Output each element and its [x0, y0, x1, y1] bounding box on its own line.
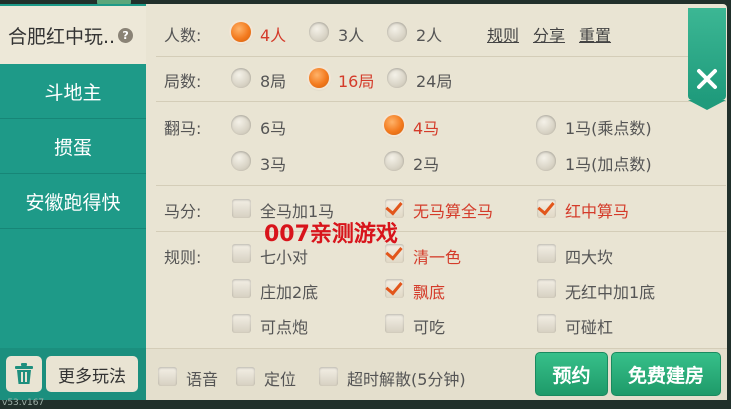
fanma-radio-1-add[interactable] [536, 151, 556, 171]
fanma-option-1-mult[interactable]: 1马(乘点数) [565, 115, 652, 139]
rules-option-sidakan[interactable]: 四大坎 [565, 244, 613, 268]
fanma-radio-4[interactable] [384, 115, 404, 135]
rules-checkbox-zhuangjia[interactable] [232, 279, 251, 298]
reset-link[interactable]: 重置 [579, 22, 611, 46]
close-button[interactable] [688, 8, 726, 110]
reserve-button[interactable]: 预约 [535, 352, 608, 396]
rules-option-kepenggang[interactable]: 可碰杠 [565, 314, 613, 338]
location-option[interactable]: 定位 [264, 366, 296, 390]
rules-option-zhuangjia[interactable]: 庄加2底 [260, 279, 318, 303]
rules-checkbox-sidakan[interactable] [537, 244, 556, 263]
fanma-label: 翻马: [164, 119, 202, 138]
create-room-button[interactable]: 免费建房 [611, 352, 721, 396]
divider [156, 101, 726, 102]
trash-button[interactable] [6, 356, 42, 392]
rules-option-piaodi[interactable]: 飘底 [413, 279, 445, 303]
sidebar-item-label: 安徽跑得快 [25, 191, 121, 214]
rounds-option-24[interactable]: 24局 [416, 68, 452, 92]
rules-checkbox-kedianpao[interactable] [232, 314, 251, 333]
fanma-radio-3[interactable] [231, 151, 251, 171]
rules-checkbox-qixiaodui[interactable] [232, 244, 251, 263]
rules-option-qingyise[interactable]: 清一色 [413, 244, 461, 268]
more-games-button[interactable]: 更多玩法 [46, 356, 138, 392]
sidebar-item-anhui-paodekuai[interactable]: 安徽跑得快 [0, 174, 146, 229]
rounds-option-8[interactable]: 8局 [260, 68, 286, 92]
rounds-option-16[interactable]: 16局 [338, 68, 374, 92]
mafen-option-hongzhong[interactable]: 红中算马 [565, 198, 629, 222]
fanma-option-2[interactable]: 2马 [413, 151, 439, 175]
rules-option-kechi[interactable]: 可吃 [413, 314, 445, 338]
create-room-label: 免费建房 [627, 364, 704, 387]
sidebar-item-hefei-hongzhong[interactable]: 合肥红中玩.. ? [0, 6, 146, 64]
rules-option-wuhongzhong[interactable]: 无红中加1底 [565, 279, 655, 303]
trash-icon [15, 363, 33, 384]
divider [156, 56, 726, 57]
players-label: 人数: [164, 26, 202, 45]
reserve-label: 预约 [552, 364, 591, 387]
watermark-text: 007亲测游戏 [264, 222, 398, 247]
rules-checkbox-wuhongzhong[interactable] [537, 279, 556, 298]
players-option-3[interactable]: 3人 [338, 22, 364, 46]
mafen-option-wuma[interactable]: 无马算全马 [413, 198, 493, 222]
fanma-radio-2[interactable] [384, 151, 404, 171]
sidebar-item-label: 斗地主 [44, 81, 102, 104]
rules-checkbox-kepenggang[interactable] [537, 314, 556, 333]
sidebar-item-label: 合肥红中玩.. [8, 25, 116, 48]
players-radio-2[interactable] [387, 22, 407, 42]
fanma-option-4[interactable]: 4马 [413, 115, 439, 139]
more-games-label: 更多玩法 [58, 366, 126, 387]
version-label: v53.v167 [2, 398, 45, 408]
players-option-2[interactable]: 2人 [416, 22, 442, 46]
timeout-option[interactable]: 超时解散(5分钟) [347, 366, 466, 390]
rules-checkbox-piaodi[interactable] [385, 279, 404, 298]
share-link[interactable]: 分享 [533, 22, 565, 46]
voice-checkbox[interactable] [158, 367, 177, 386]
sidebar-item-guandan[interactable]: 掼蛋 [0, 119, 146, 174]
rounds-radio-24[interactable] [387, 68, 407, 88]
help-icon[interactable]: ? [118, 27, 134, 43]
fanma-radio-6[interactable] [231, 115, 251, 135]
rules-label: 规则: [164, 248, 202, 267]
sidebar-item-doudizhu[interactable]: 斗地主 [0, 64, 146, 119]
fanma-option-6[interactable]: 6马 [260, 115, 286, 139]
sidebar-item-label: 掼蛋 [53, 136, 92, 159]
divider [156, 231, 726, 232]
rules-checkbox-kechi[interactable] [385, 314, 404, 333]
rounds-radio-16[interactable] [309, 68, 329, 88]
timeout-checkbox[interactable] [319, 367, 338, 386]
players-option-4[interactable]: 4人 [260, 22, 286, 46]
players-radio-4[interactable] [231, 22, 251, 42]
mafen-checkbox-hongzhong[interactable] [537, 199, 556, 218]
mafen-checkbox-quanma[interactable] [232, 199, 251, 218]
mafen-label: 马分: [164, 202, 202, 221]
rules-link[interactable]: 规则 [487, 22, 519, 46]
divider [156, 185, 726, 186]
rounds-label: 局数: [164, 72, 202, 91]
rules-option-kedianpao[interactable]: 可点炮 [260, 314, 308, 338]
voice-option[interactable]: 语音 [186, 366, 218, 390]
fanma-option-1-add[interactable]: 1马(加点数) [565, 151, 652, 175]
close-icon [697, 69, 717, 89]
rounds-radio-8[interactable] [231, 68, 251, 88]
location-checkbox[interactable] [236, 367, 255, 386]
fanma-radio-1-mult[interactable] [536, 115, 556, 135]
fanma-option-3[interactable]: 3马 [260, 151, 286, 175]
players-radio-3[interactable] [309, 22, 329, 42]
